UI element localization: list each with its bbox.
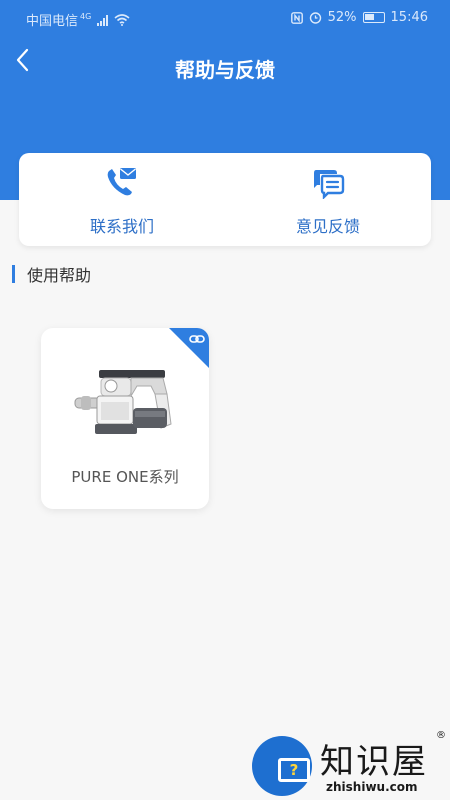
section-marker bbox=[12, 265, 15, 283]
nav-bar: 帮助与反馈 bbox=[0, 42, 450, 90]
watermark-url: zhishiwu.com bbox=[326, 780, 418, 794]
registered-mark: ® bbox=[436, 730, 446, 741]
network-label: 4G bbox=[80, 12, 92, 21]
alarm-icon bbox=[309, 12, 321, 24]
contact-us-button[interactable]: 联系我们 bbox=[19, 153, 225, 246]
watermark-logo: ? bbox=[252, 736, 312, 796]
question-monitor-icon: ? bbox=[278, 758, 310, 782]
feedback-button[interactable]: 意见反馈 bbox=[225, 153, 431, 246]
quick-actions-card: 联系我们 意见反馈 bbox=[19, 153, 431, 246]
section-title: 使用帮助 bbox=[27, 266, 92, 285]
status-bar: 中国电信 4G 52% 15:46 bbox=[0, 0, 450, 38]
watermark-brand: 知识屋 bbox=[320, 742, 428, 782]
contact-us-label: 联系我们 bbox=[89, 217, 154, 236]
chat-bubble-icon bbox=[314, 170, 345, 199]
clock: 15:46 bbox=[390, 10, 428, 25]
page-title: 帮助与反馈 bbox=[175, 58, 275, 82]
nfc-icon bbox=[290, 11, 303, 24]
signal-icon bbox=[97, 14, 109, 26]
product-name: PURE ONE系列 bbox=[71, 468, 179, 486]
battery-percent: 52% bbox=[327, 10, 357, 25]
watermark: ? 知识屋 ® zhishiwu.com bbox=[240, 728, 450, 800]
section-header: 使用帮助 bbox=[12, 264, 92, 285]
battery-icon bbox=[362, 12, 385, 23]
link-icon bbox=[189, 335, 205, 343]
phone-mail-icon bbox=[107, 168, 136, 196]
feedback-label: 意见反馈 bbox=[295, 217, 360, 236]
vacuum-product-image bbox=[74, 370, 172, 434]
wifi-icon bbox=[114, 13, 130, 26]
carrier-label: 中国电信 bbox=[26, 14, 79, 29]
product-card[interactable]: PURE ONE系列 bbox=[41, 328, 209, 509]
